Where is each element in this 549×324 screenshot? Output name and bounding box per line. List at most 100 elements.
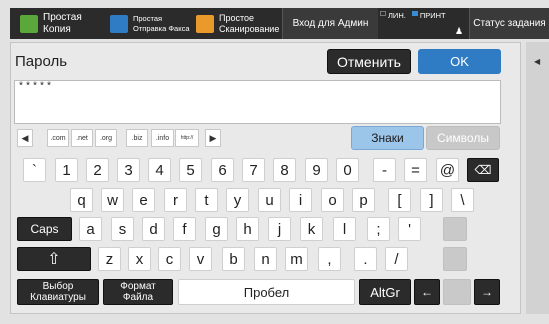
side-panel-tab[interactable] [526, 42, 549, 314]
key[interactable]: t [195, 188, 218, 212]
key[interactable]: i [289, 188, 312, 212]
shift-key[interactable]: ⇧ [17, 247, 91, 271]
key[interactable]: n [254, 247, 277, 271]
key[interactable]: ' [398, 217, 421, 241]
key[interactable]: f [173, 217, 196, 241]
arrow-right-icon: → [481, 285, 493, 299]
key[interactable]: y [226, 188, 249, 212]
key[interactable]: = [404, 158, 427, 182]
line-indicator-icon [380, 11, 386, 16]
key[interactable]: - [373, 158, 396, 182]
status-indicators: ЛИН. ПРИНТ [380, 8, 460, 39]
key[interactable]: 5 [179, 158, 202, 182]
domain-key-biz[interactable]: .biz [126, 129, 148, 147]
screen: Простая Копия Простая Отправка Факса Про… [0, 0, 549, 324]
scan-icon [196, 14, 214, 33]
job-status-button[interactable]: Статус задания [469, 8, 549, 39]
top-bar: Простая Копия Простая Отправка Факса Про… [10, 8, 549, 39]
arrow-left-icon: ← [421, 285, 433, 299]
tab-znaki[interactable]: Знаки [351, 126, 424, 150]
key[interactable]: 4 [148, 158, 171, 182]
key[interactable]: u [258, 188, 281, 212]
simple-copy-line2: Копия [43, 23, 71, 35]
domain-scroll-left-icon[interactable]: ◀ [17, 129, 33, 147]
file-format-button[interactable]: Формат Файла [103, 279, 173, 305]
key[interactable]: o [321, 188, 344, 212]
key[interactable]: \ [451, 188, 474, 212]
key[interactable]: v [189, 247, 212, 271]
key[interactable]: g [205, 217, 228, 241]
password-field[interactable]: ***** [14, 80, 501, 124]
key[interactable]: r [164, 188, 187, 212]
key[interactable]: z [98, 247, 121, 271]
key[interactable]: x [128, 247, 151, 271]
backspace-icon: ⌫ [474, 163, 492, 177]
page-title: Пароль [15, 53, 68, 70]
key[interactable]: ; [367, 217, 390, 241]
key[interactable]: ` [23, 158, 46, 182]
space-key[interactable]: Пробел [178, 279, 355, 305]
backspace-key[interactable]: ⌫ [467, 158, 499, 182]
key[interactable]: p [352, 188, 375, 212]
key[interactable]: l [333, 217, 356, 241]
caps-key[interactable]: Caps [17, 217, 72, 241]
simple-scan-button[interactable]: Простое Сканирование [196, 8, 282, 39]
keyboard-select-button[interactable]: Выбор Клавиатуры [17, 279, 99, 305]
key[interactable]: 8 [273, 158, 296, 182]
line-indicator-label: ЛИН. [388, 11, 406, 20]
disabled-key [443, 217, 467, 241]
print-indicator-label: ПРИНТ [419, 11, 446, 20]
admin-login-button[interactable]: Вход для Админ [282, 8, 378, 39]
key[interactable]: s [111, 217, 134, 241]
cancel-button[interactable]: Отменить [327, 49, 411, 74]
disabled-key [443, 247, 467, 271]
tab-simvoly[interactable]: Символы [426, 126, 500, 150]
fax-icon [110, 14, 128, 33]
key[interactable]: ] [420, 188, 443, 212]
domain-key-com[interactable]: .com [47, 129, 69, 147]
key[interactable]: h [236, 217, 259, 241]
key[interactable]: d [142, 217, 165, 241]
key[interactable]: @ [436, 158, 459, 182]
cursor-left-key[interactable]: ← [414, 279, 440, 305]
side-panel-arrow-icon: ◀ [534, 57, 541, 66]
key[interactable]: 1 [55, 158, 78, 182]
key[interactable]: k [300, 217, 323, 241]
password-value: ***** [18, 82, 54, 93]
key[interactable]: / [385, 247, 408, 271]
ok-button[interactable]: OK [418, 49, 501, 74]
key[interactable]: j [268, 217, 291, 241]
shift-icon: ⇧ [47, 251, 61, 268]
simple-copy-button[interactable]: Простая Копия [20, 8, 104, 39]
key[interactable]: 9 [305, 158, 328, 182]
copy-icon [20, 14, 38, 33]
key[interactable]: e [132, 188, 155, 212]
simple-scan-line1: Простое [219, 12, 255, 23]
key[interactable]: w [101, 188, 124, 212]
simple-fax-button[interactable]: Простая Отправка Факса [110, 8, 196, 39]
simple-fax-line1: Простая [133, 13, 163, 23]
domain-scroll-right-icon[interactable]: ▶ [205, 129, 221, 147]
domain-key-http[interactable]: http:// [175, 129, 199, 147]
key[interactable]: [ [388, 188, 411, 212]
key[interactable]: c [158, 247, 181, 271]
key[interactable]: . [354, 247, 377, 271]
key[interactable]: 2 [86, 158, 109, 182]
simple-scan-line2: Сканирование [219, 23, 280, 34]
domain-key-org[interactable]: .org [95, 129, 117, 147]
key[interactable]: 0 [336, 158, 359, 182]
key[interactable]: 3 [117, 158, 140, 182]
key[interactable]: , [318, 247, 341, 271]
key[interactable]: q [70, 188, 93, 212]
altgr-key[interactable]: AltGr [359, 279, 411, 305]
key[interactable]: 6 [211, 158, 234, 182]
fmt-file-line1: Формат [120, 281, 156, 292]
key[interactable]: a [79, 217, 102, 241]
key[interactable]: b [222, 247, 245, 271]
key[interactable]: 7 [242, 158, 265, 182]
domain-key-info[interactable]: .info [151, 129, 174, 147]
domain-key-net[interactable]: .net [71, 129, 93, 147]
print-indicator-icon [411, 11, 418, 16]
key[interactable]: m [285, 247, 308, 271]
cursor-right-key[interactable]: → [474, 279, 500, 305]
